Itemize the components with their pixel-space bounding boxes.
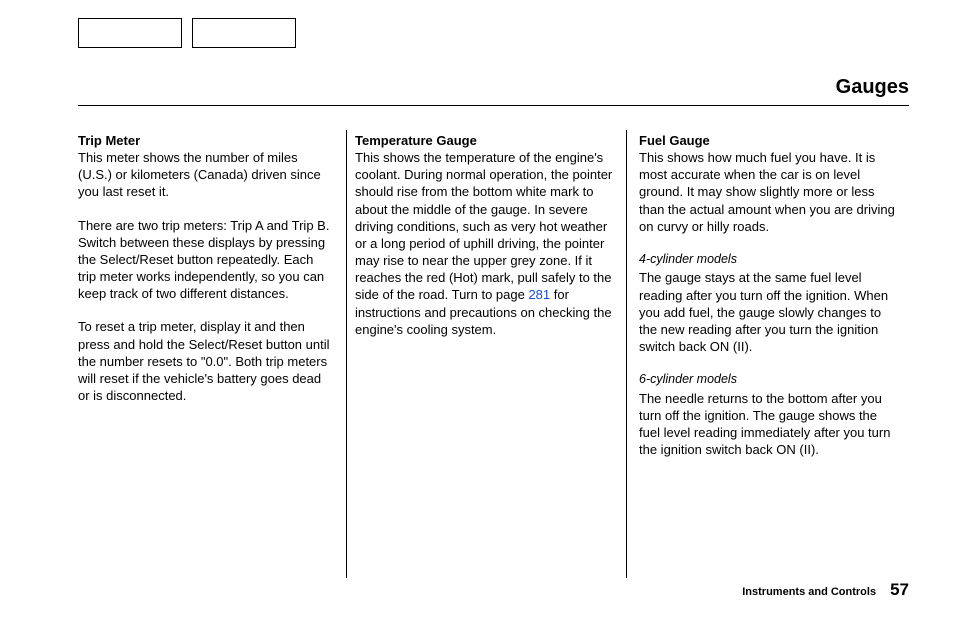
fuel-gauge-block-1: Fuel Gauge This shows how much fuel you …	[639, 132, 901, 235]
trip-meter-p2: There are two trip meters: Trip A and Tr…	[78, 217, 333, 303]
subhead-6cyl: 6-cylinder models	[639, 371, 901, 388]
column-divider-1	[346, 130, 347, 578]
fuel-gauge-p3: The needle returns to the bottom after y…	[639, 390, 901, 459]
column-fuel-gauge: Fuel Gauge This shows how much fuel you …	[639, 132, 901, 458]
page: Gauges Trip Meter This meter shows the n…	[0, 0, 954, 618]
page-number: 57	[890, 580, 909, 600]
top-boxes	[78, 18, 909, 48]
title-row: Gauges	[78, 76, 909, 106]
fuel-gauge-heading: Fuel Gauge	[639, 133, 710, 148]
footer-section: Instruments and Controls	[742, 586, 876, 598]
trip-meter-heading: Trip Meter	[78, 133, 140, 148]
column-divider-2	[626, 130, 627, 578]
temp-gauge-heading: Temperature Gauge	[355, 133, 477, 148]
subhead-4cyl: 4-cylinder models	[639, 251, 901, 268]
columns: Trip Meter This meter shows the number o…	[78, 132, 909, 458]
trip-meter-p3: To reset a trip meter, display it and th…	[78, 318, 333, 404]
nav-box-next[interactable]	[192, 18, 296, 48]
temp-gauge-text-a: This shows the temperature of the engine…	[355, 150, 612, 302]
page-title: Gauges	[836, 76, 909, 99]
temp-gauge-block: Temperature Gauge This shows the tempera…	[355, 132, 617, 338]
column-trip-meter: Trip Meter This meter shows the number o…	[78, 132, 333, 458]
column-temperature-gauge: Temperature Gauge This shows the tempera…	[355, 132, 617, 458]
page-link-281[interactable]: 281	[528, 287, 550, 302]
trip-meter-block-1: Trip Meter This meter shows the number o…	[78, 132, 333, 201]
fuel-gauge-p2: The gauge stays at the same fuel level r…	[639, 269, 901, 355]
footer: Instruments and Controls 57	[742, 580, 909, 600]
nav-box-prev[interactable]	[78, 18, 182, 48]
trip-meter-p1: This meter shows the number of miles (U.…	[78, 150, 321, 199]
fuel-gauge-p1: This shows how much fuel you have. It is…	[639, 150, 895, 234]
